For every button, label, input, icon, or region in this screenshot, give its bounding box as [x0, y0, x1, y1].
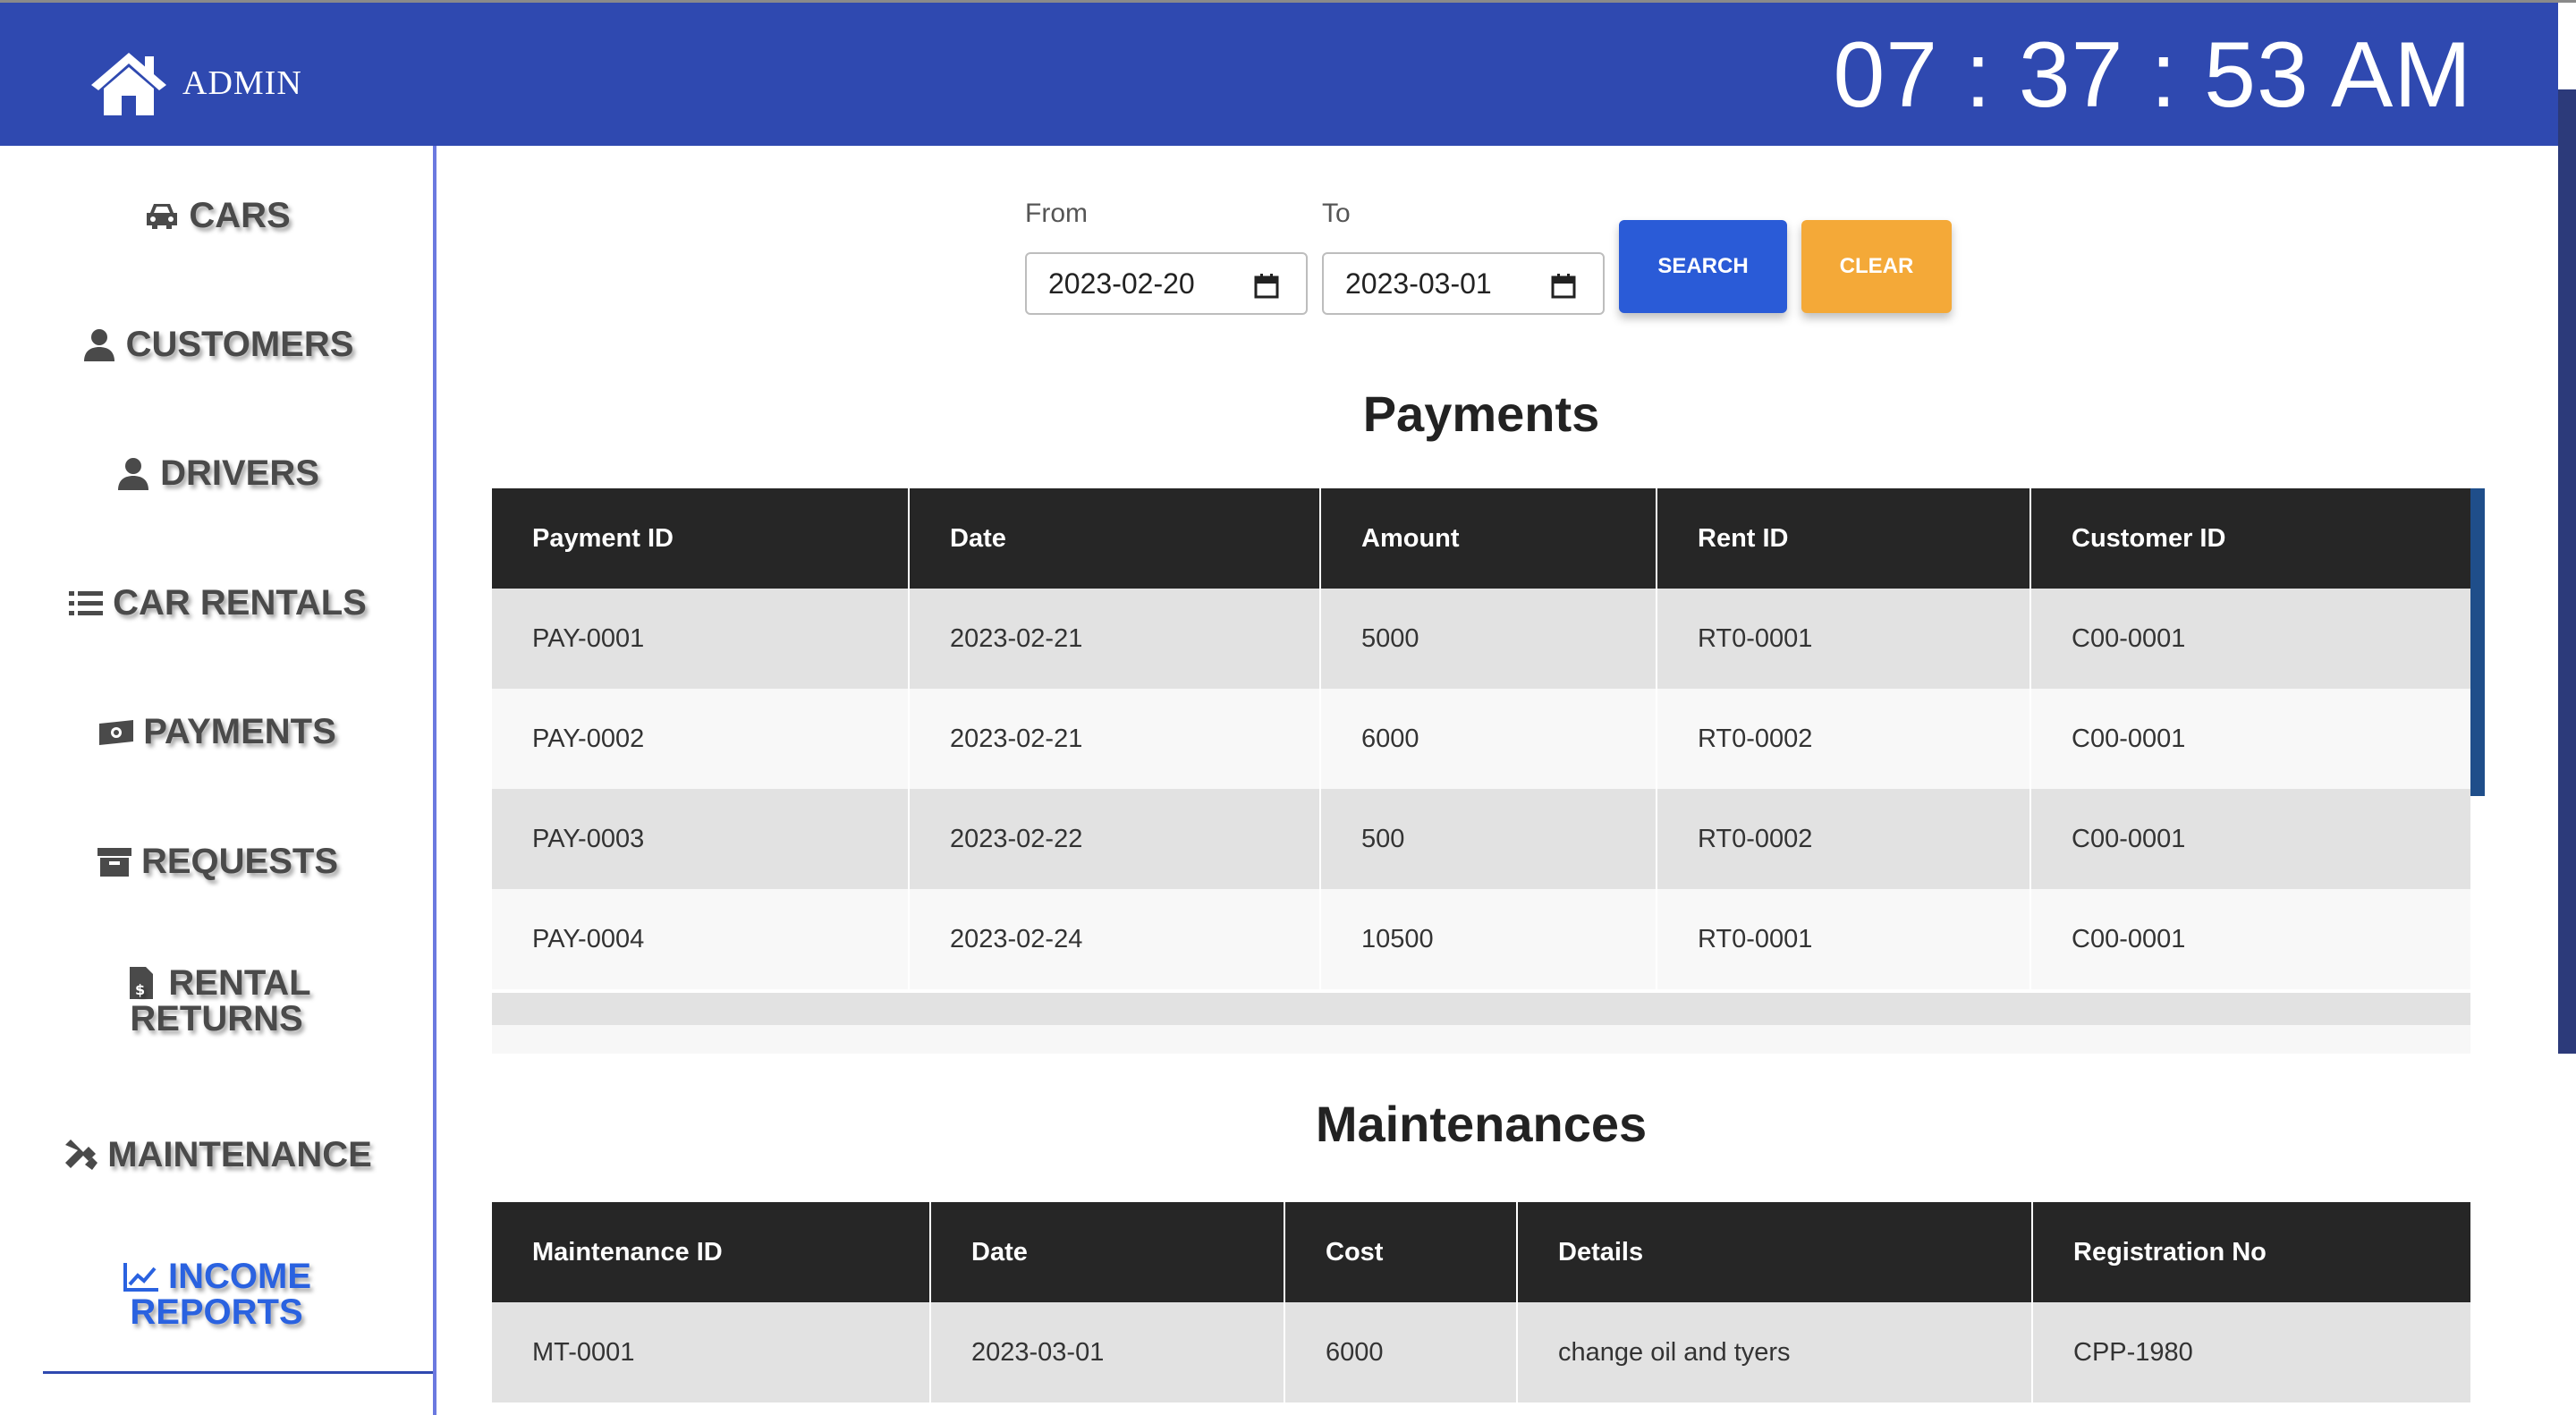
table-row[interactable]: PAY-0001 2023-02-21 5000 RT0-0001 C00-00… [492, 589, 2470, 689]
archive-icon [95, 843, 134, 879]
brand[interactable]: ADMIN [88, 49, 302, 117]
column-header[interactable]: Details [1517, 1202, 2033, 1302]
column-header[interactable]: Customer ID [2030, 488, 2470, 589]
sidebar-item-label-group: RENTAL RETURNS [130, 963, 311, 1037]
table-cell: RT0-0001 [1657, 589, 2031, 689]
sidebar-item-label: INCOME [168, 1257, 311, 1296]
money-icon [97, 714, 136, 750]
from-date-value: 2023-02-20 [1048, 267, 1195, 300]
table-partial-row [492, 993, 2470, 1025]
sidebar-item-label: PAYMENTS [143, 712, 336, 751]
table-cell: C00-0001 [2030, 589, 2470, 689]
sidebar-item-income-reports[interactable]: INCOME REPORTS [0, 1257, 433, 1332]
table-row[interactable]: PAY-0004 2023-02-24 10500 RT0-0001 C00-0… [492, 889, 2470, 989]
table-cell: 500 [1320, 789, 1657, 889]
sidebar-item-customers[interactable]: CUSTOMERS [0, 318, 433, 371]
car-icon [142, 198, 182, 233]
column-header[interactable]: Payment ID [492, 488, 910, 589]
tools-icon [61, 1137, 100, 1173]
to-date-input[interactable]: 2023-03-01 [1322, 252, 1605, 315]
sidebar-item-label: CUSTOMERS [125, 325, 354, 364]
table-cell: RT0-0001 [1657, 889, 2031, 989]
table-header-row: Payment ID Date Amount Rent ID Customer … [492, 488, 2470, 589]
sidebar-item-rental-returns[interactable]: $ RENTAL RETURNS [0, 963, 433, 1038]
clear-button[interactable]: CLEAR [1801, 220, 1952, 313]
table-cell: MT-0001 [492, 1302, 931, 1402]
table-row[interactable]: PAY-0003 2023-02-22 500 RT0-0002 C00-000… [492, 789, 2470, 889]
sidebar-item-label: CAR RENTALS [113, 583, 367, 623]
sidebar-item-requests[interactable]: REQUESTS [0, 835, 433, 888]
user-icon [114, 455, 153, 491]
table-cell: PAY-0002 [492, 689, 910, 789]
table-cell: C00-0001 [2030, 889, 2470, 989]
chart-line-icon [122, 1258, 161, 1294]
sidebar-item-drivers[interactable]: DRIVERS [0, 446, 433, 500]
maintenances-table: Maintenance ID Date Cost Details Registr… [492, 1202, 2470, 1402]
table-cell: 2023-02-24 [909, 889, 1321, 989]
active-indicator [43, 1371, 433, 1374]
column-header[interactable]: Rent ID [1657, 488, 2031, 589]
column-header[interactable]: Maintenance ID [492, 1202, 931, 1302]
svg-text:$: $ [135, 981, 145, 998]
sidebar-item-label: CARS [189, 196, 291, 235]
to-label: To [1322, 199, 1351, 228]
sidebar: CARS CUSTOMERS DRIVERS CAR RENTALS PAYME… [0, 146, 436, 1415]
table-cell: 6000 [1320, 689, 1657, 789]
app-header: ADMIN 07 : 37 : 53 AM [0, 3, 2558, 146]
table-cell: PAY-0004 [492, 889, 910, 989]
table-scroll-track [492, 1025, 2470, 1054]
from-label: From [1025, 199, 1088, 228]
table-cell: 2023-02-22 [909, 789, 1321, 889]
table-scrollbar[interactable] [2470, 488, 2485, 796]
column-header[interactable]: Date [909, 488, 1321, 589]
search-button[interactable]: SEARCH [1619, 220, 1787, 313]
sidebar-item-label-line2: REPORTS [130, 1292, 303, 1332]
column-header[interactable]: Registration No [2032, 1202, 2470, 1302]
table-cell: 2023-03-01 [930, 1302, 1285, 1402]
table-cell: RT0-0002 [1657, 689, 2031, 789]
brand-label: ADMIN [182, 64, 302, 102]
table-cell: RT0-0002 [1657, 789, 2031, 889]
sidebar-item-car-rentals[interactable]: CAR RENTALS [0, 576, 433, 630]
sidebar-item-label: REQUESTS [140, 842, 339, 881]
calendar-icon[interactable] [1551, 274, 1576, 299]
table-cell: 2023-02-21 [909, 589, 1321, 689]
table-header-row: Maintenance ID Date Cost Details Registr… [492, 1202, 2470, 1302]
payments-table: Payment ID Date Amount Rent ID Customer … [492, 488, 2470, 989]
table-cell: 5000 [1320, 589, 1657, 689]
table-cell: 10500 [1320, 889, 1657, 989]
table-cell: 2023-02-21 [909, 689, 1321, 789]
to-date-value: 2023-03-01 [1345, 267, 1492, 300]
sidebar-item-maintenance[interactable]: MAINTENANCE [0, 1128, 433, 1182]
sidebar-item-cars[interactable]: CARS [0, 189, 433, 242]
sidebar-item-label-group: INCOME REPORTS [130, 1257, 311, 1330]
user-icon [80, 326, 119, 362]
invoice-icon: $ [122, 965, 161, 1001]
table-row[interactable]: MT-0001 2023-03-01 6000 change oil and t… [492, 1302, 2470, 1402]
sidebar-item-label: DRIVERS [160, 453, 319, 493]
home-icon [91, 53, 166, 115]
column-header[interactable]: Amount [1320, 488, 1657, 589]
sidebar-item-label-line2: RETURNS [130, 999, 303, 1038]
table-cell: change oil and tyers [1517, 1302, 2033, 1402]
table-cell: 6000 [1284, 1302, 1518, 1402]
clock: 07 : 37 : 53 AM [1833, 23, 2472, 127]
payments-title: Payments [1362, 386, 1600, 442]
table-cell: C00-0001 [2030, 789, 2470, 889]
column-header[interactable]: Cost [1284, 1202, 1518, 1302]
column-header[interactable]: Date [930, 1202, 1285, 1302]
calendar-icon[interactable] [1254, 274, 1279, 299]
maintenances-title: Maintenances [1315, 1096, 1648, 1152]
table-cell: C00-0001 [2030, 689, 2470, 789]
list-icon [66, 585, 106, 621]
table-cell: PAY-0003 [492, 789, 910, 889]
sidebar-item-payments[interactable]: PAYMENTS [0, 705, 433, 758]
sidebar-item-label: MAINTENANCE [107, 1135, 372, 1174]
window-edge-bar [2558, 89, 2576, 1054]
table-cell: CPP-1980 [2032, 1302, 2470, 1402]
table-row[interactable]: PAY-0002 2023-02-21 6000 RT0-0002 C00-00… [492, 689, 2470, 789]
table-cell: PAY-0001 [492, 589, 910, 689]
sidebar-item-label: RENTAL [168, 963, 311, 1003]
from-date-input[interactable]: 2023-02-20 [1025, 252, 1308, 315]
